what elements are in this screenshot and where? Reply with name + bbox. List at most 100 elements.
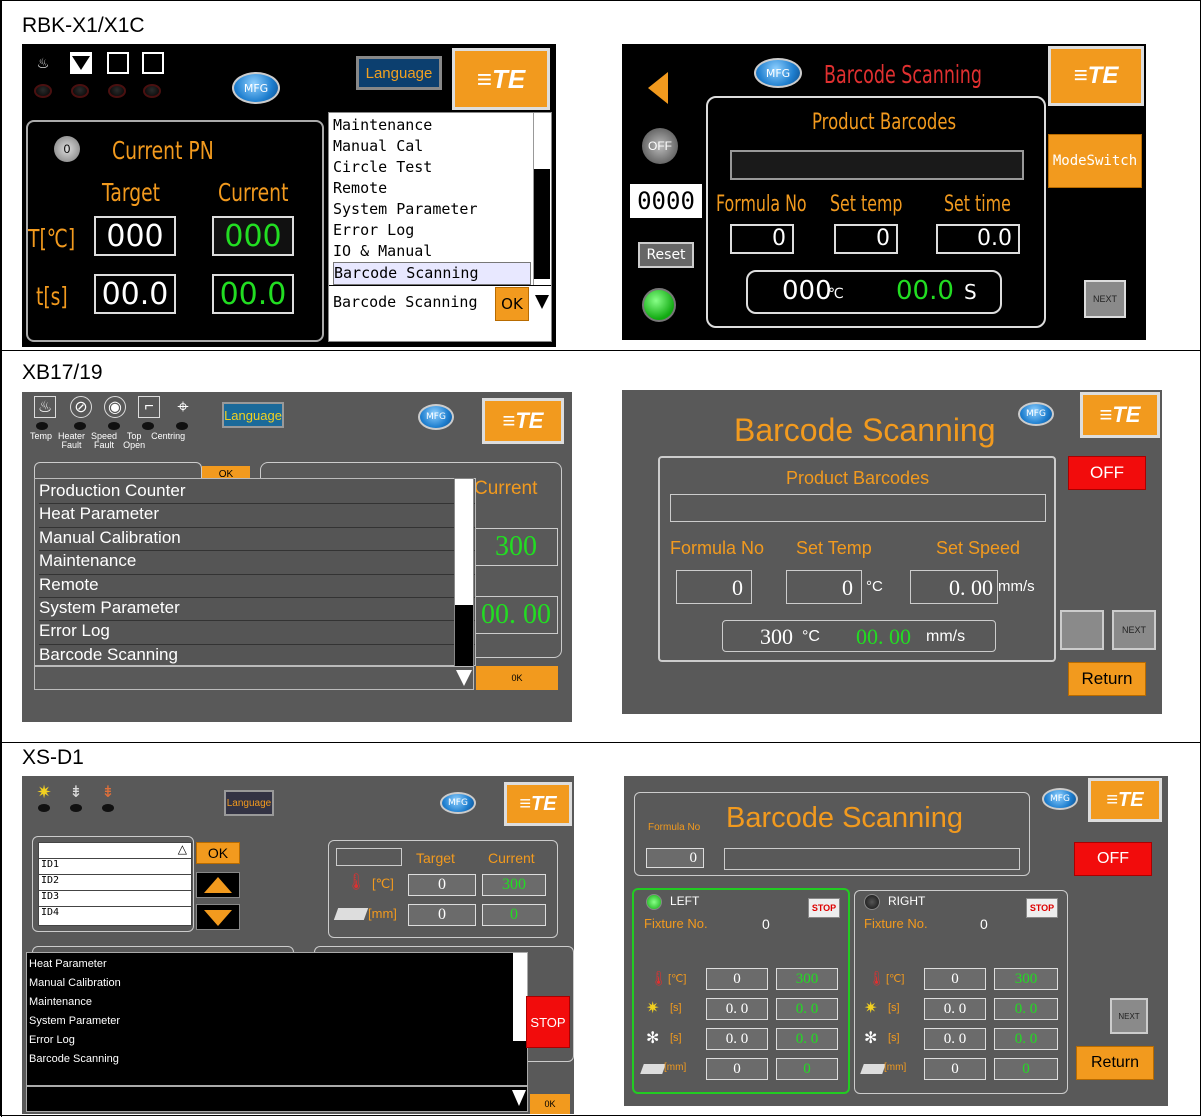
- selected-field[interactable]: [26, 1086, 528, 1112]
- mfg-button[interactable]: MFG: [754, 58, 802, 88]
- return-button[interactable]: Return: [1068, 662, 1146, 696]
- id-item[interactable]: ID3: [39, 891, 191, 907]
- ok-button[interactable]: 0K: [476, 666, 558, 690]
- menu-item[interactable]: Manual Calibration: [29, 974, 515, 993]
- selected-field[interactable]: [34, 666, 474, 690]
- heater-fault-icon[interactable]: ⊘: [70, 396, 92, 418]
- left-target-mm[interactable]: 0: [706, 1058, 768, 1080]
- left-target-cool[interactable]: 0. 0: [706, 1028, 768, 1050]
- return-button[interactable]: Return: [1076, 1046, 1154, 1080]
- time-target-field[interactable]: 00.0: [94, 274, 176, 314]
- menu-item[interactable]: Remote: [333, 178, 531, 199]
- heater-icon[interactable]: ♨: [32, 52, 54, 74]
- back-arrow-icon[interactable]: [648, 72, 668, 104]
- scrollbar[interactable]: [454, 478, 474, 667]
- menu-item[interactable]: Maintenance: [333, 115, 531, 136]
- off-knob[interactable]: OFF: [642, 128, 678, 164]
- formula-field[interactable]: 0: [730, 224, 794, 254]
- stop-button[interactable]: STOP: [526, 996, 570, 1048]
- language-button[interactable]: Language: [356, 56, 442, 90]
- language-button[interactable]: Language: [222, 402, 284, 428]
- temp-icon[interactable]: ♨: [34, 396, 56, 418]
- sun-icon[interactable]: ✷: [34, 782, 54, 802]
- menu-item[interactable]: Remote: [39, 575, 475, 598]
- menu-item[interactable]: Manual Calibration: [39, 528, 475, 552]
- ok-button[interactable]: OK: [495, 287, 529, 321]
- menu-item[interactable]: Maintenance: [39, 551, 475, 575]
- off-button[interactable]: OFF: [1068, 456, 1146, 490]
- mfg-button[interactable]: MFG: [232, 72, 280, 104]
- reset-button[interactable]: Reset: [638, 242, 694, 268]
- ok-button-top[interactable]: OK: [196, 842, 240, 864]
- temp-target-field[interactable]: 0: [408, 874, 476, 896]
- menu-item[interactable]: System Parameter: [333, 199, 531, 220]
- mfg-button[interactable]: MFG: [1042, 788, 1078, 810]
- menu-item[interactable]: Error Log: [333, 220, 531, 241]
- formula-field[interactable]: 0: [646, 848, 704, 868]
- formula-field[interactable]: 0: [676, 570, 752, 604]
- next-button[interactable]: NEXT: [1110, 998, 1148, 1034]
- press-icon[interactable]: ⇟: [98, 782, 118, 802]
- right-target-cool[interactable]: 0. 0: [924, 1028, 986, 1050]
- menu-item[interactable]: System Parameter: [29, 1012, 515, 1031]
- barcode-input[interactable]: [724, 848, 1020, 870]
- menu-item[interactable]: Circle Test: [333, 157, 531, 178]
- menu-item[interactable]: Heat Parameter: [29, 955, 515, 974]
- id-dropdown-header[interactable]: △: [39, 842, 191, 859]
- language-button[interactable]: Language: [224, 790, 274, 816]
- top-open-icon[interactable]: ⌐: [138, 396, 160, 418]
- left-target-temp[interactable]: 0: [706, 968, 768, 990]
- mfg-button[interactable]: MFG: [440, 792, 476, 814]
- mm-target-field[interactable]: 0: [408, 904, 476, 926]
- scan-icon[interactable]: [1060, 610, 1104, 650]
- right-target-heat[interactable]: 0. 0: [924, 998, 986, 1020]
- id-item[interactable]: ID2: [39, 875, 191, 891]
- open-square-icon[interactable]: [142, 52, 164, 74]
- off-button[interactable]: OFF: [1074, 842, 1152, 876]
- menu-item[interactable]: Error Log: [39, 621, 475, 645]
- menu-item[interactable]: Barcode Scanning: [39, 645, 475, 668]
- pn-knob[interactable]: 0: [54, 136, 80, 162]
- mfg-button[interactable]: MFG: [418, 404, 454, 430]
- temp-target-field[interactable]: 000: [94, 216, 176, 256]
- modeswitch-button[interactable]: ModeSwitch: [1048, 134, 1142, 188]
- menu-item[interactable]: Manual Cal: [333, 136, 531, 157]
- set-speed-field[interactable]: 0. 00: [910, 570, 998, 604]
- up-button[interactable]: [196, 872, 240, 898]
- left-stop-button[interactable]: STOP: [808, 898, 840, 918]
- press-icon[interactable]: ⇟: [66, 782, 86, 802]
- menu-item-selected[interactable]: Barcode Scanning: [333, 262, 531, 285]
- menu-item[interactable]: Production Counter: [39, 481, 475, 505]
- scrollbar[interactable]: [533, 113, 551, 285]
- menu-item[interactable]: IO & Manual: [333, 241, 531, 262]
- barcode-input[interactable]: [730, 150, 1024, 180]
- centring-icon[interactable]: ⌖: [172, 396, 194, 418]
- speed-fault-icon[interactable]: ◉: [104, 396, 126, 418]
- menu-item[interactable]: Barcode Scanning: [29, 1050, 515, 1069]
- set-temp-field[interactable]: 0: [834, 224, 898, 254]
- right-target-temp[interactable]: 0: [924, 968, 986, 990]
- dropdown-arrow-icon[interactable]: [535, 295, 549, 309]
- next-button[interactable]: NEXT: [1112, 610, 1156, 650]
- scrollbar[interactable]: [513, 953, 527, 1085]
- open-square-icon[interactable]: [107, 52, 129, 74]
- menu-item[interactable]: Maintenance: [29, 993, 515, 1012]
- menu-item[interactable]: System Parameter: [39, 598, 475, 622]
- barcode-input[interactable]: [670, 494, 1046, 522]
- menu-item[interactable]: Heat Parameter: [39, 504, 475, 528]
- set-time-field[interactable]: 0.0: [936, 224, 1020, 254]
- down-button[interactable]: [196, 904, 240, 930]
- dropdown-arrow-icon[interactable]: [456, 670, 472, 686]
- right-target-mm[interactable]: 0: [924, 1058, 986, 1080]
- mfg-button[interactable]: MFG: [1018, 402, 1054, 426]
- triangle-down-icon[interactable]: [70, 52, 92, 74]
- dropdown-arrow-icon[interactable]: [512, 1090, 526, 1106]
- set-temp-field[interactable]: 0: [786, 570, 862, 604]
- menu-item[interactable]: Error Log: [29, 1031, 515, 1050]
- left-target-heat[interactable]: 0. 0: [706, 998, 768, 1020]
- ok-button[interactable]: 0K: [530, 1094, 570, 1114]
- right-stop-button[interactable]: STOP: [1026, 898, 1058, 918]
- next-button[interactable]: NEXT: [1084, 280, 1126, 318]
- id-item[interactable]: ID1: [39, 859, 191, 875]
- id-item[interactable]: ID4: [39, 907, 191, 923]
